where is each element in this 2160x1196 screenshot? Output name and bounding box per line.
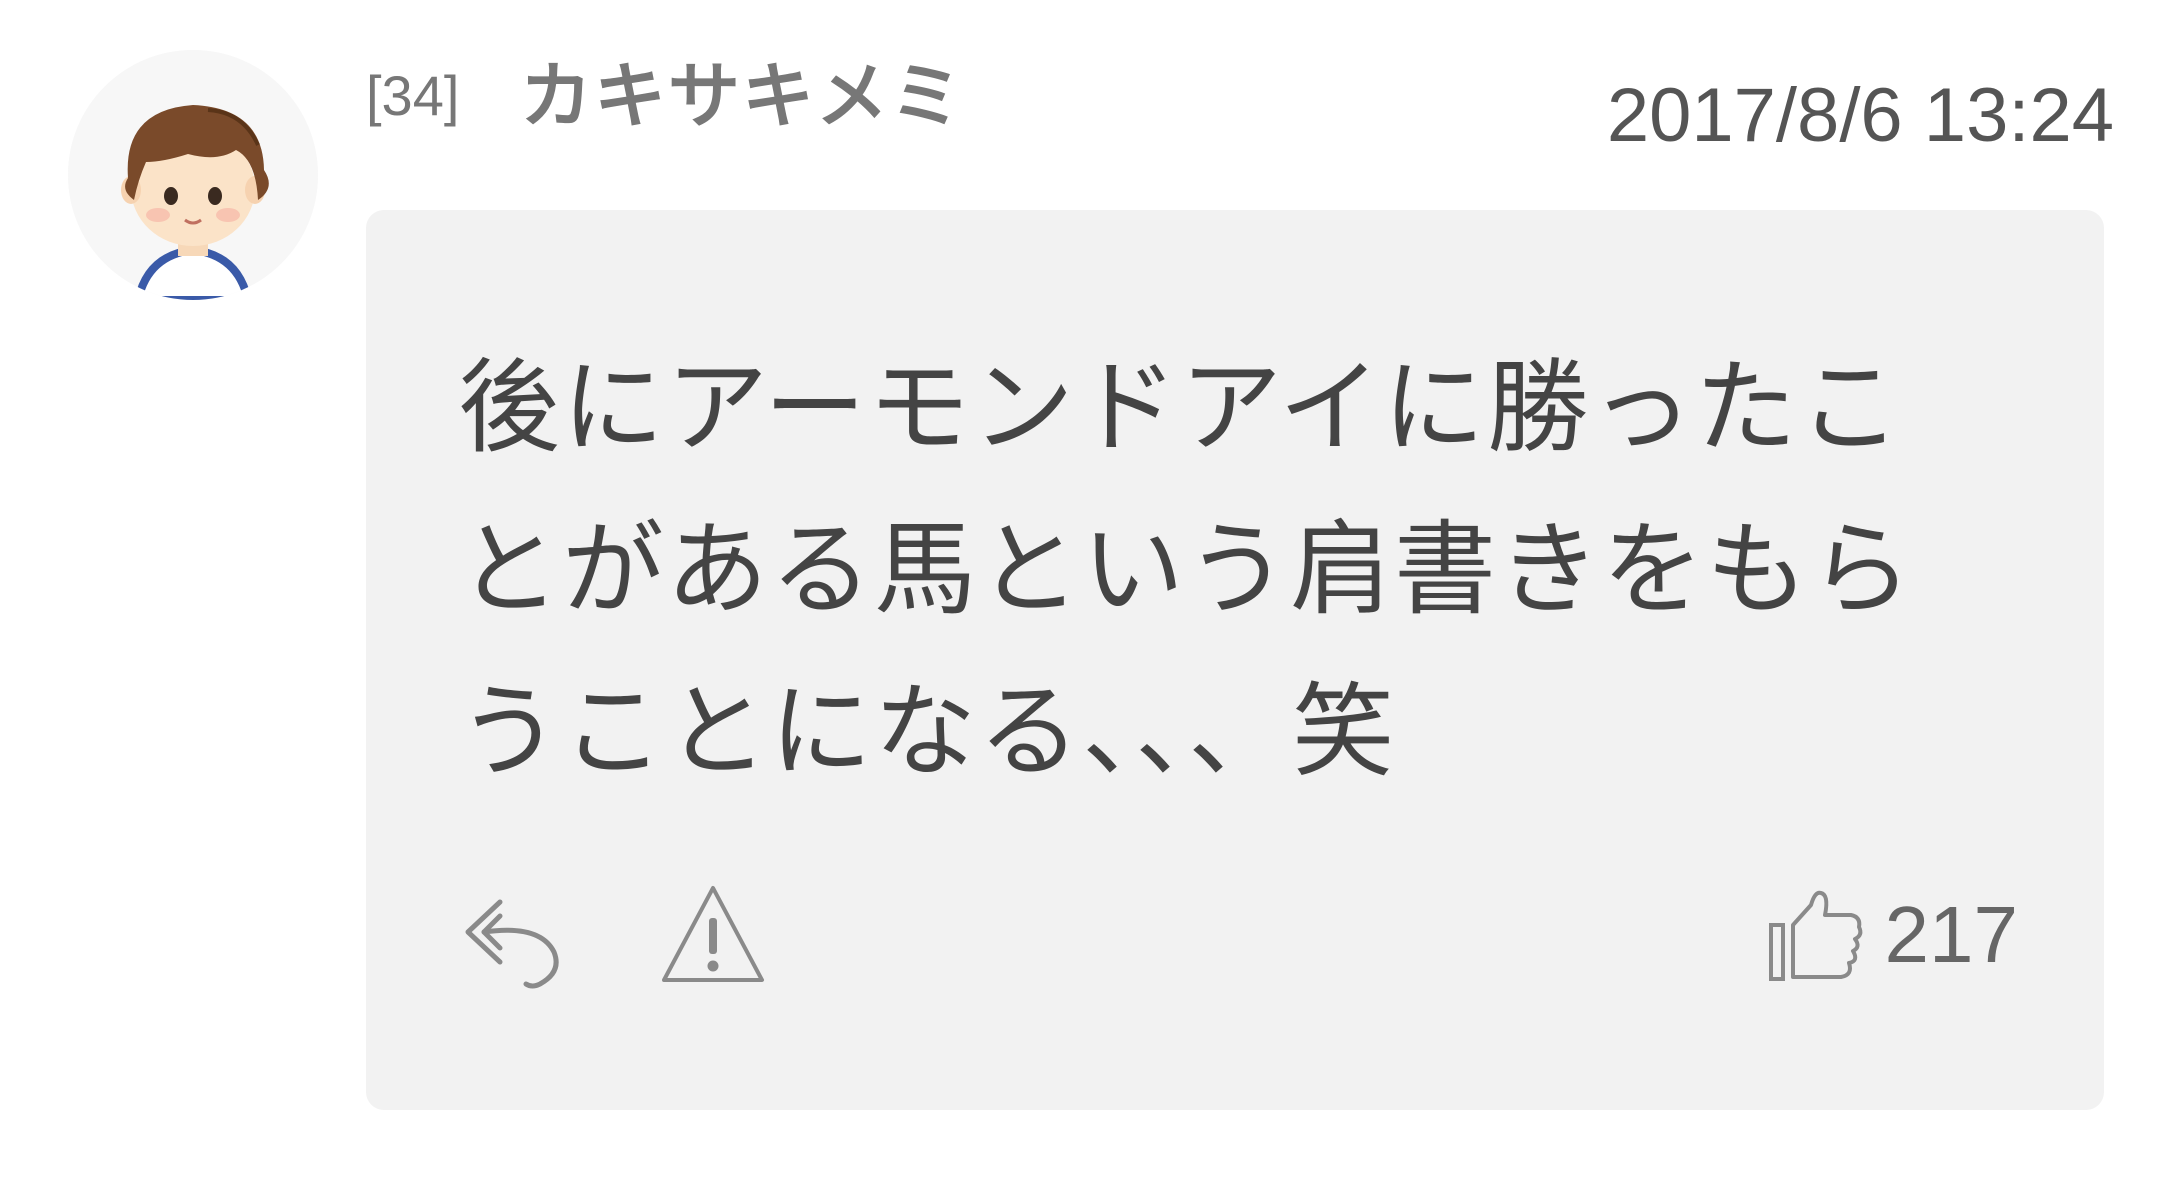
warning-icon[interactable] [658, 880, 768, 990]
like-count: 217 [1884, 890, 2018, 979]
timestamp: 2017/8/6 13:24 [1606, 73, 2114, 158]
comment-item: [34] カキサキメミ 2017/8/6 13:24 後にアーモンドアイに勝った… [0, 0, 2160, 1196]
comment-actions: 217 [458, 880, 2018, 1000]
author-name[interactable]: カキサキメミ [520, 60, 964, 132]
like-button[interactable]: 217 [1767, 880, 2018, 990]
avatar-icon [68, 50, 318, 300]
comment-body: 後にアーモンドアイに勝ったことがある馬という肩書きをもらうことになる、、、笑 [458, 349, 1914, 792]
avatar[interactable] [68, 50, 318, 300]
thumbs-up-icon [1768, 890, 1862, 981]
reply-icon[interactable] [458, 880, 568, 990]
comment-number: [34] [366, 64, 460, 127]
comment-bubble: 後にアーモンドアイに勝ったことがある馬という肩書きをもらうことになる、、、笑 2… [366, 210, 2104, 1110]
